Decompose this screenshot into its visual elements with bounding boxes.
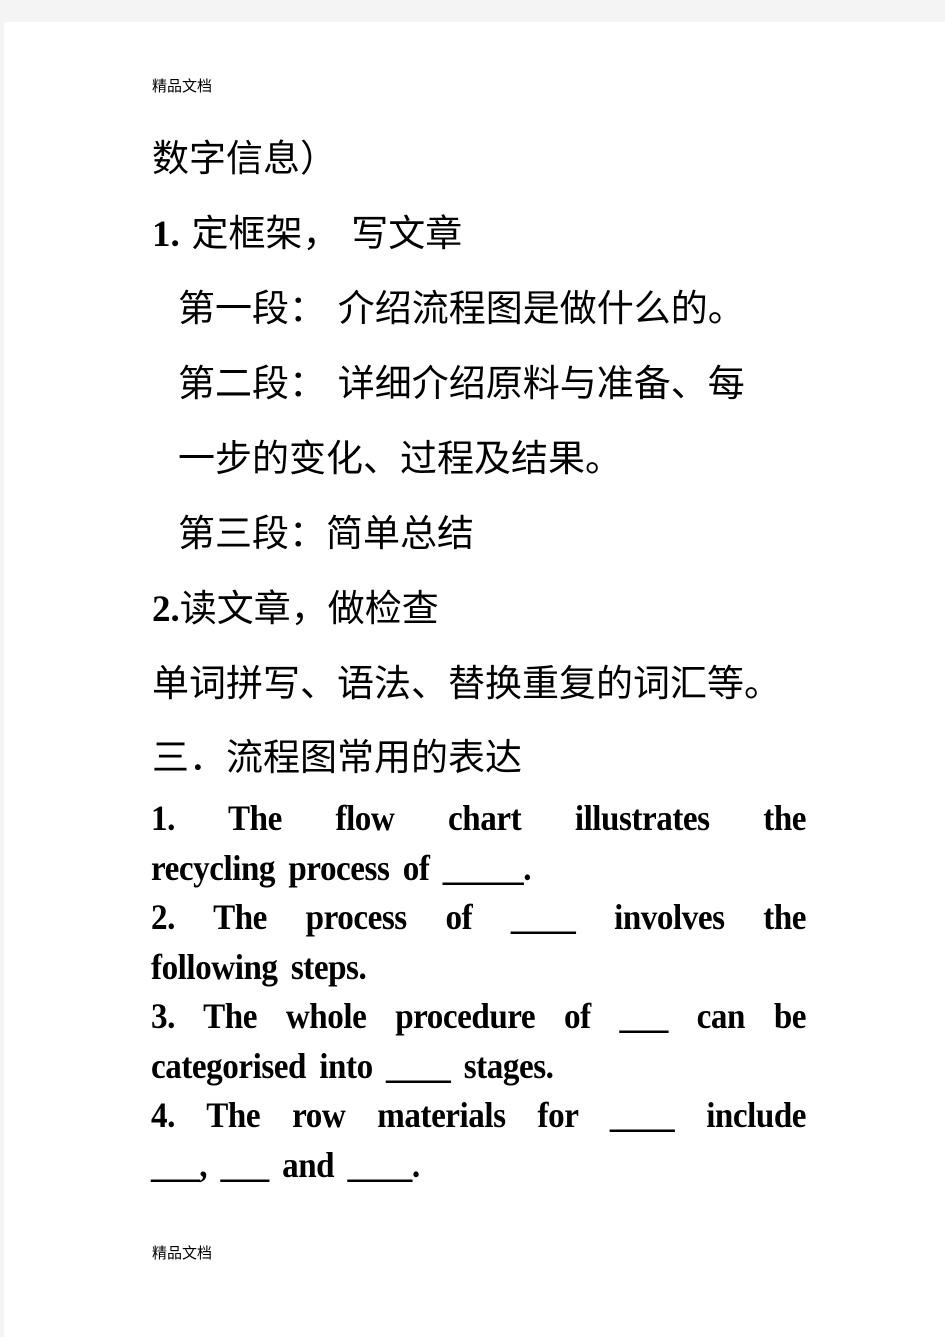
paragraph-2-guide-line-2: 一步的变化、过程及结果。 bbox=[178, 437, 622, 480]
paragraph-3-guide: 第三段：简单总结 bbox=[178, 512, 474, 555]
expression-1-line-1: 1. The flow chart illustrates the bbox=[151, 798, 807, 838]
paragraph-1-guide: 第一段： 介绍流程图是做什么的。 bbox=[178, 287, 745, 330]
expression-3-line-1: 3. The whole procedure of ___ can be bbox=[151, 996, 807, 1036]
intro-line: 数字信息） bbox=[152, 137, 337, 180]
expression-list: 1. The flow chart illustrates the recycl… bbox=[151, 794, 807, 1190]
expression-1-line-2: recycling process of _____. bbox=[151, 847, 532, 888]
section-3-title: 三．流程图常用的表达 bbox=[152, 736, 522, 779]
paragraph-2-guide-line-1: 第二段： 详细介绍原料与准备、每 bbox=[178, 362, 745, 405]
step-2-number: 2. bbox=[152, 589, 180, 630]
expression-4-line-2: ___, ___ and ____. bbox=[151, 1144, 420, 1185]
step-2-heading: 2.读文章，做检查 bbox=[152, 587, 439, 632]
step-1-text: 定框架， 写文章 bbox=[179, 212, 463, 255]
step-2-text: 读文章，做检查 bbox=[179, 587, 439, 630]
expression-4-line-1: 4. The row materials for ____ include bbox=[151, 1095, 807, 1135]
expression-3-line-2: categorised into ____ stages. bbox=[151, 1045, 554, 1086]
page-header: 精品文档 bbox=[152, 77, 213, 95]
step-1-number: 1. bbox=[152, 214, 180, 255]
step-1-heading: 1. 定框架， 写文章 bbox=[152, 212, 462, 257]
expression-2-line-1: 2. The process of ____ involves the bbox=[151, 897, 807, 937]
document-page: 精品文档 数字信息） 1. 定框架， 写文章 第一段： 介绍流程图是做什么的。 … bbox=[4, 22, 945, 1337]
expression-2-line-2: following steps. bbox=[151, 946, 367, 987]
page-footer: 精品文档 bbox=[152, 1244, 213, 1262]
check-items: 单词拼写、语法、替换重复的词汇等。 bbox=[152, 662, 781, 705]
